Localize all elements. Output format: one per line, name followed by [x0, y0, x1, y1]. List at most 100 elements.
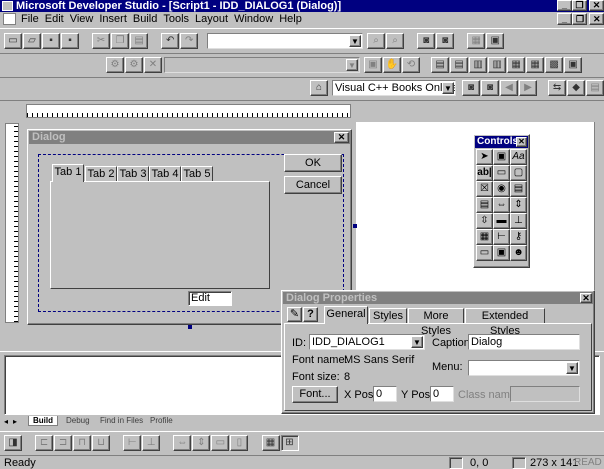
- scroll-right-icon[interactable]: ▸: [13, 417, 17, 426]
- static-text-icon[interactable]: Aa: [510, 149, 527, 165]
- progress-icon[interactable]: ▬: [493, 213, 510, 229]
- bookmark-icon[interactable]: ◆: [567, 80, 586, 96]
- horizontal-scroll-icon[interactable]: ⇔: [493, 197, 510, 213]
- child-restore-button[interactable]: ❐: [572, 13, 587, 25]
- menu-layout[interactable]: Layout: [192, 12, 231, 26]
- edit-box-icon[interactable]: ab|: [476, 165, 493, 181]
- maximize-button[interactable]: ❐: [572, 0, 587, 11]
- search-icon[interactable]: ◙: [462, 80, 480, 96]
- app-icon[interactable]: [2, 1, 13, 11]
- right-scrollbar[interactable]: [594, 122, 604, 350]
- tab-more-styles[interactable]: More Styles: [408, 308, 464, 337]
- home-icon[interactable]: ⌂: [310, 80, 328, 96]
- close-button[interactable]: ✕: [589, 0, 604, 11]
- menu-edit[interactable]: Edit: [42, 12, 67, 26]
- same-size-icon[interactable]: ▩: [545, 57, 564, 73]
- space-across-icon[interactable]: ⇔: [173, 435, 192, 451]
- chevron-down-icon[interactable]: ▼: [411, 336, 423, 348]
- tab-1[interactable]: Tab 1: [52, 164, 84, 182]
- find-combo[interactable]: ▼: [207, 33, 363, 49]
- list-box-icon[interactable]: ▤: [476, 197, 493, 213]
- compile-icon[interactable]: ⚙: [106, 57, 124, 73]
- menu-tools[interactable]: Tools: [160, 12, 192, 26]
- space-icon[interactable]: ▦: [526, 57, 545, 73]
- chevron-down-icon[interactable]: ▼: [442, 82, 454, 94]
- output-tab-build[interactable]: Build: [28, 416, 58, 426]
- tab-control[interactable]: Tab 1 Tab 2 Tab 3 Tab 4 Tab 5: [50, 164, 275, 294]
- controls-palette[interactable]: Controls ✕ ➤ ▣ Aa ab| ▭ ▢ ☒ ◉ ▤ ▤ ⇔ ⇕ ⇳ …: [473, 134, 530, 268]
- breakpoint-icon[interactable]: ✋: [383, 57, 401, 73]
- child-minimize-button[interactable]: _: [557, 13, 572, 25]
- copy-icon[interactable]: ❐: [111, 33, 130, 49]
- open-file-icon[interactable]: ▱: [23, 33, 41, 49]
- edit-control[interactable]: Edit: [188, 291, 232, 306]
- scroll-left-icon[interactable]: ◂: [4, 417, 8, 426]
- list-control-icon[interactable]: ▦: [476, 229, 493, 245]
- menu-combo[interactable]: ▼: [468, 360, 580, 376]
- animate-icon[interactable]: ▭: [476, 245, 493, 261]
- custom-control-icon[interactable]: ☻: [510, 245, 527, 261]
- align-bottom-icon[interactable]: ⊔: [92, 435, 111, 451]
- test-dialog-icon[interactable]: ▣: [564, 57, 583, 73]
- tab-5[interactable]: Tab 5: [181, 166, 213, 182]
- replace-icon[interactable]: ⌕: [386, 33, 404, 49]
- chevron-down-icon[interactable]: ▼: [566, 362, 578, 374]
- center-horizontal-icon[interactable]: ⊥: [142, 435, 161, 451]
- align-top-icon[interactable]: ▥: [469, 57, 488, 73]
- cancel-button[interactable]: Cancel: [284, 176, 342, 194]
- dialog-properties-window[interactable]: Dialog Properties ✕ ✎ ? General Styles M…: [281, 290, 595, 414]
- output-tab-find-in-files[interactable]: Find in Files: [96, 416, 147, 425]
- chevron-down-icon[interactable]: ▼: [349, 35, 361, 47]
- undo-icon[interactable]: ↶: [161, 33, 180, 49]
- align-top-icon[interactable]: ⊓: [73, 435, 92, 451]
- redo-icon[interactable]: ↷: [180, 33, 199, 49]
- pushpin-icon[interactable]: ✎: [287, 307, 302, 322]
- output-window-icon[interactable]: ▣: [486, 33, 505, 49]
- binoculars-icon[interactable]: ◙: [417, 33, 436, 49]
- save-all-icon[interactable]: ▪: [61, 33, 79, 49]
- spin-icon[interactable]: ⇳: [476, 213, 493, 229]
- menu-view[interactable]: View: [67, 12, 97, 26]
- close-icon[interactable]: ✕: [334, 132, 349, 143]
- menu-file[interactable]: File: [18, 12, 42, 26]
- step-icon[interactable]: ⟲: [402, 57, 420, 73]
- paste-icon[interactable]: ▤: [130, 33, 149, 49]
- next-topic-icon[interactable]: ▶: [519, 80, 537, 96]
- find-in-files-icon[interactable]: ⌕: [367, 33, 385, 49]
- center-vertical-icon[interactable]: ⊢: [123, 435, 142, 451]
- menu-window[interactable]: Window: [231, 12, 276, 26]
- child-close-button[interactable]: ✕: [589, 13, 604, 25]
- align-left-icon[interactable]: ▤: [431, 57, 450, 73]
- pointer-icon[interactable]: ➤: [476, 149, 493, 165]
- ok-button[interactable]: OK: [284, 154, 342, 172]
- id-combo[interactable]: IDD_DIALOG1 ▼: [309, 334, 425, 350]
- tab-extended-styles[interactable]: Extended Styles: [465, 308, 545, 337]
- new-file-icon[interactable]: ▭: [4, 33, 22, 49]
- align-bottom-icon[interactable]: ▥: [488, 57, 507, 73]
- align-right-icon[interactable]: ▤: [450, 57, 469, 73]
- hotkey-icon[interactable]: ⚷: [510, 229, 527, 245]
- toggle-grid-icon[interactable]: ▦: [261, 435, 280, 451]
- make-same-size-icon[interactable]: ▭: [211, 435, 230, 451]
- books-combo[interactable]: Visual C++ Books Online ▼: [332, 80, 456, 96]
- toggle-guides-icon[interactable]: ⊞: [280, 435, 299, 451]
- ypos-field[interactable]: 0: [430, 386, 454, 402]
- vertical-scroll-icon[interactable]: ⇕: [510, 197, 527, 213]
- radio-button-icon[interactable]: ◉: [493, 181, 510, 197]
- check-box-icon[interactable]: ☒: [476, 181, 493, 197]
- output-tab-profile[interactable]: Profile: [146, 416, 177, 425]
- menu-help[interactable]: Help: [276, 12, 305, 26]
- help-icon[interactable]: ?: [303, 307, 318, 322]
- close-icon[interactable]: ✕: [516, 137, 527, 147]
- menu-build[interactable]: Build: [130, 12, 160, 26]
- build-icon[interactable]: ⚙: [125, 57, 143, 73]
- previous-topic-icon[interactable]: ◀: [500, 80, 518, 96]
- caption-field[interactable]: Dialog: [468, 334, 580, 350]
- tab-styles[interactable]: Styles: [369, 308, 407, 324]
- tree-control-icon[interactable]: ⊢: [493, 229, 510, 245]
- tab-2[interactable]: Tab 2: [85, 166, 117, 182]
- tab-general[interactable]: General: [324, 306, 368, 324]
- go-icon[interactable]: ▣: [364, 57, 382, 73]
- test-icon[interactable]: ◨: [4, 435, 22, 451]
- rich-edit-icon[interactable]: ▣: [493, 245, 510, 261]
